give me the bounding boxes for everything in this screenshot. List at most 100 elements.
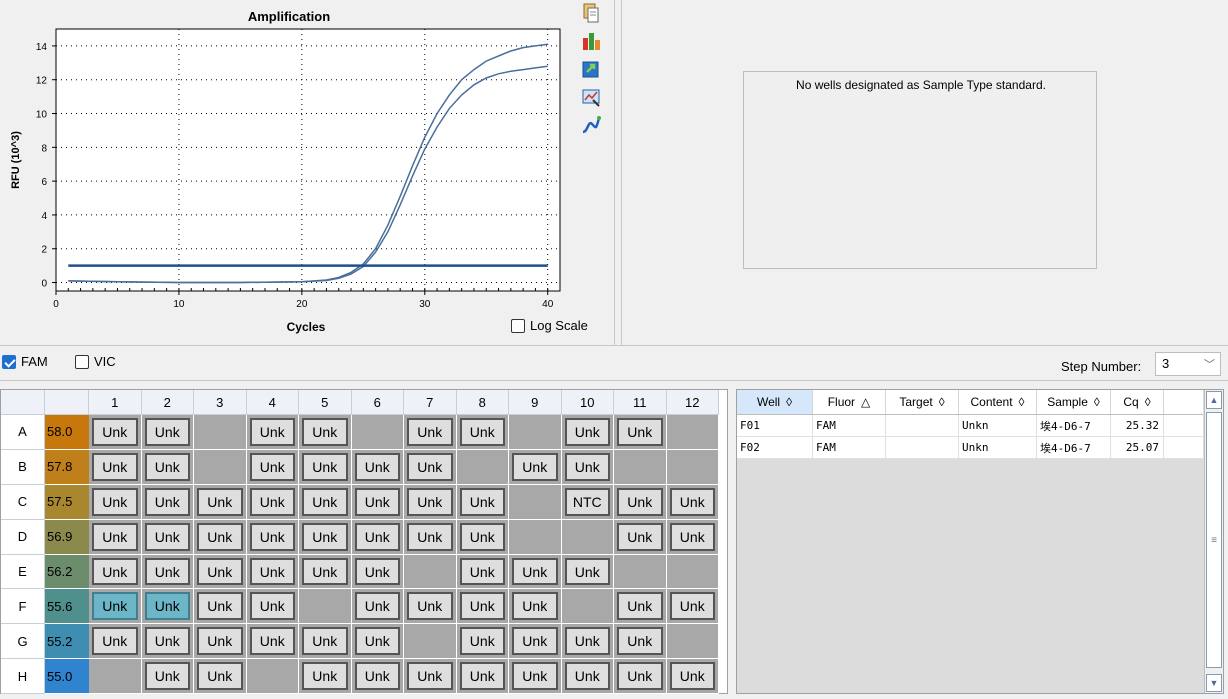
plate-well[interactable]: Unk bbox=[299, 659, 352, 695]
plate-well[interactable]: Unk bbox=[246, 589, 299, 625]
plate-well[interactable] bbox=[666, 415, 719, 450]
plate-column-header[interactable]: 2 bbox=[141, 390, 194, 415]
plate-well[interactable]: Unk bbox=[141, 415, 194, 450]
plate-well[interactable]: Unk bbox=[614, 659, 667, 695]
plate-well[interactable]: Unk bbox=[404, 449, 457, 485]
log-scale-checkbox[interactable] bbox=[511, 318, 525, 333]
fam-checkbox[interactable] bbox=[2, 354, 16, 369]
plate-well[interactable]: Unk bbox=[456, 659, 509, 695]
plate-well[interactable] bbox=[614, 449, 667, 485]
plate-row-header[interactable]: H bbox=[1, 659, 45, 695]
plate-well[interactable]: Unk bbox=[456, 484, 509, 520]
plate-well[interactable]: Unk bbox=[404, 519, 457, 555]
plate-row-header[interactable]: G bbox=[1, 624, 45, 660]
scroll-thumb[interactable]: ≡ bbox=[1206, 412, 1222, 668]
plate-well[interactable]: Unk bbox=[561, 415, 614, 450]
plate-well[interactable]: Unk bbox=[246, 415, 299, 450]
plate-well[interactable]: Unk bbox=[141, 519, 194, 555]
plate-well[interactable]: Unk bbox=[404, 484, 457, 520]
scroll-up-button[interactable]: ▲ bbox=[1206, 391, 1222, 409]
plate-well[interactable] bbox=[509, 415, 562, 450]
scroll-down-button[interactable]: ▼ bbox=[1206, 674, 1222, 692]
plate-well[interactable] bbox=[666, 624, 719, 660]
export-icon[interactable] bbox=[580, 58, 602, 80]
plate-well[interactable]: Unk bbox=[509, 554, 562, 590]
plate-well[interactable]: Unk bbox=[141, 624, 194, 660]
plate-well[interactable]: Unk bbox=[666, 484, 719, 520]
plate-well[interactable]: Unk bbox=[141, 659, 194, 695]
plate-row-header[interactable]: D bbox=[1, 519, 45, 555]
plate-well[interactable]: Unk bbox=[509, 659, 562, 695]
plate-column-header[interactable]: 1 bbox=[89, 390, 142, 415]
plate-well[interactable] bbox=[666, 449, 719, 485]
plate-well[interactable]: Unk bbox=[194, 589, 247, 625]
plate-well[interactable]: Unk bbox=[141, 449, 194, 485]
plate-well[interactable]: Unk bbox=[299, 554, 352, 590]
curve-fit-icon[interactable] bbox=[580, 114, 602, 136]
plate-row-header[interactable]: F bbox=[1, 589, 45, 625]
plate-column-header[interactable]: 10 bbox=[561, 390, 614, 415]
plate-well[interactable]: Unk bbox=[141, 484, 194, 520]
plate-column-header[interactable]: 6 bbox=[351, 390, 404, 415]
plate-well[interactable]: Unk bbox=[404, 415, 457, 450]
plate-well[interactable]: Unk bbox=[509, 624, 562, 660]
plate-well[interactable]: Unk bbox=[141, 589, 194, 625]
sort-icon[interactable]: ◊ bbox=[939, 395, 945, 409]
column-header-sample[interactable]: Sample ◊ bbox=[1037, 390, 1111, 414]
plate-well[interactable]: Unk bbox=[351, 624, 404, 660]
copy-icon[interactable] bbox=[580, 2, 602, 24]
plate-well[interactable]: Unk bbox=[404, 589, 457, 625]
plate-well[interactable]: Unk bbox=[351, 659, 404, 695]
plate-well[interactable]: Unk bbox=[194, 659, 247, 695]
plate-well[interactable]: Unk bbox=[456, 415, 509, 450]
table-row[interactable]: F02 FAM Unkn 埃4-D6-7 25.07 bbox=[737, 437, 1203, 459]
plate-column-header[interactable]: 3 bbox=[194, 390, 247, 415]
plate-well[interactable] bbox=[614, 554, 667, 590]
plate-well[interactable] bbox=[666, 554, 719, 590]
sort-icon[interactable]: ◊ bbox=[1145, 395, 1151, 409]
plate-well[interactable]: Unk bbox=[89, 589, 142, 625]
plate-well[interactable]: Unk bbox=[561, 624, 614, 660]
plate-well[interactable]: Unk bbox=[194, 554, 247, 590]
plate-well[interactable]: Unk bbox=[351, 519, 404, 555]
plate-well[interactable]: Unk bbox=[246, 484, 299, 520]
plate-well[interactable]: Unk bbox=[194, 484, 247, 520]
plate-well[interactable]: Unk bbox=[561, 554, 614, 590]
sort-icon[interactable]: ◊ bbox=[786, 395, 792, 409]
sort-icon[interactable]: ◊ bbox=[1094, 395, 1100, 409]
plate-well[interactable]: Unk bbox=[404, 659, 457, 695]
column-header-cq[interactable]: Cq ◊ bbox=[1111, 390, 1164, 414]
plate-well[interactable]: Unk bbox=[614, 624, 667, 660]
plate-column-header[interactable]: 9 bbox=[509, 390, 562, 415]
plate-well[interactable]: Unk bbox=[561, 449, 614, 485]
plate-well[interactable]: Unk bbox=[89, 554, 142, 590]
plate-well[interactable]: Unk bbox=[299, 415, 352, 450]
plate-well[interactable]: Unk bbox=[666, 659, 719, 695]
plate-well[interactable]: Unk bbox=[456, 554, 509, 590]
plate-column-header[interactable]: 4 bbox=[246, 390, 299, 415]
plate-well[interactable]: Unk bbox=[89, 519, 142, 555]
plate-well[interactable]: Unk bbox=[89, 449, 142, 485]
plate-well[interactable]: Unk bbox=[246, 519, 299, 555]
plate-well[interactable]: Unk bbox=[456, 624, 509, 660]
plate-well[interactable] bbox=[246, 659, 299, 695]
plate-well[interactable] bbox=[509, 519, 562, 555]
plate-well[interactable]: Unk bbox=[614, 484, 667, 520]
color-chart-icon[interactable] bbox=[580, 30, 602, 52]
plate-well[interactable]: Unk bbox=[194, 519, 247, 555]
plate-row-header[interactable]: E bbox=[1, 554, 45, 590]
plate-well[interactable]: Unk bbox=[299, 484, 352, 520]
plate-row-header[interactable]: A bbox=[1, 415, 45, 450]
plate-well[interactable]: Unk bbox=[299, 449, 352, 485]
plate-column-header[interactable]: 7 bbox=[404, 390, 457, 415]
plate-well[interactable]: Unk bbox=[456, 519, 509, 555]
plate-well[interactable]: Unk bbox=[666, 519, 719, 555]
plate-well[interactable]: Unk bbox=[509, 449, 562, 485]
plate-column-header[interactable]: 5 bbox=[299, 390, 352, 415]
step-number-select[interactable]: 3 ﹀ bbox=[1155, 352, 1221, 376]
plate-well[interactable] bbox=[194, 415, 247, 450]
plate-well[interactable]: Unk bbox=[614, 519, 667, 555]
plate-well[interactable] bbox=[561, 519, 614, 555]
vic-checkbox[interactable] bbox=[75, 354, 89, 369]
column-header-target[interactable]: Target ◊ bbox=[886, 390, 959, 414]
